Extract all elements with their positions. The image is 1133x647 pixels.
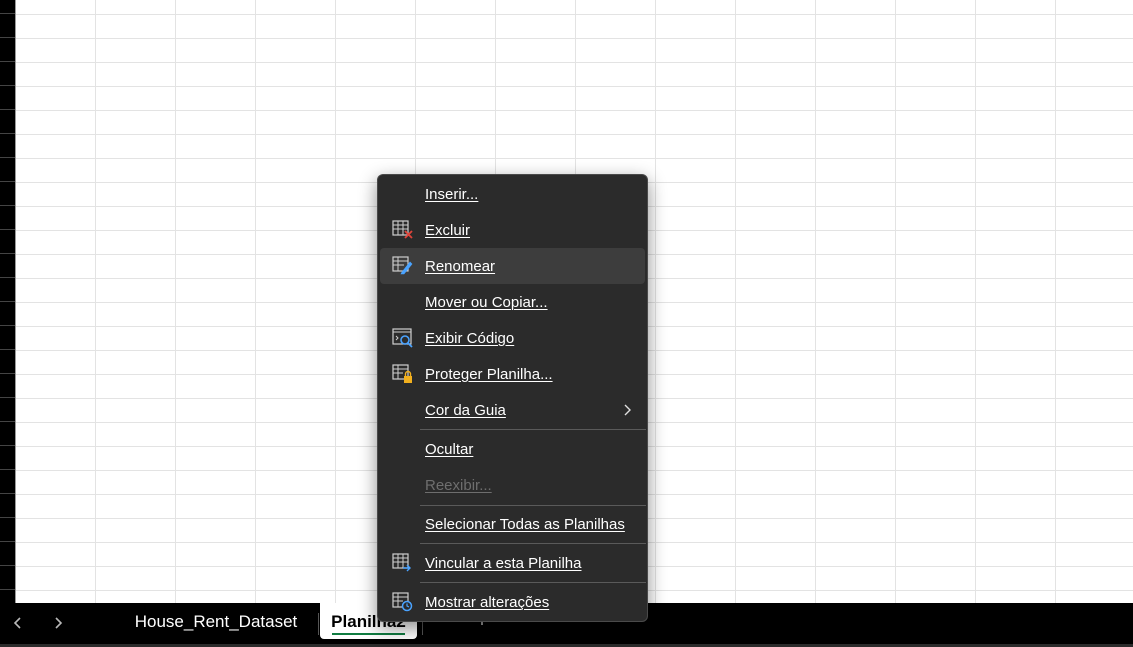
row-header[interactable]: 4 [0, 494, 15, 518]
menu-item-selecionar-todas[interactable]: Selecionar Todas as Planilhas [380, 506, 645, 542]
row-header[interactable]: 7 [0, 86, 15, 110]
rename-sheet-icon [392, 256, 414, 276]
menu-item-label: Vincular a esta Planilha [425, 554, 582, 572]
menu-separator [420, 429, 646, 430]
menu-item-reexibir: Reexibir... [380, 467, 645, 503]
row-header[interactable]: 8 [0, 590, 15, 603]
menu-item-label: Exibir Código [425, 329, 515, 347]
sheet-tab-house-rent-dataset[interactable]: House_Rent_Dataset [120, 603, 312, 639]
menu-item-label: Renomear [425, 257, 496, 275]
tab-separator [318, 613, 319, 635]
row-header[interactable]: 0 [0, 398, 15, 422]
row-header[interactable]: 1 [0, 182, 15, 206]
view-code-icon [392, 328, 414, 348]
row-header[interactable]: 2 [0, 206, 15, 230]
row-header[interactable]: 3 [0, 0, 15, 14]
protect-sheet-icon [392, 364, 414, 384]
menu-item-label: Selecionar Todas as Planilhas [425, 515, 625, 533]
row-header[interactable]: 3 [0, 470, 15, 494]
row-header[interactable]: 5 [0, 38, 15, 62]
row-header[interactable]: 0 [0, 158, 15, 182]
row-header[interactable]: 5 [0, 518, 15, 542]
menu-item-label: Excluir [425, 221, 471, 239]
row-headers[interactable]: 3 4 5 6 7 8 9 0 1 2 3 4 5 6 7 8 9 0 1 2 … [0, 0, 16, 603]
menu-item-proteger-planilha[interactable]: Proteger Planilha... [380, 356, 645, 392]
link-sheet-icon [392, 553, 414, 573]
menu-item-cor-da-guia[interactable]: Cor da Guia [380, 392, 645, 428]
row-header[interactable]: 5 [0, 278, 15, 302]
menu-item-label: Proteger Planilha... [425, 365, 553, 383]
chevron-right-icon [621, 400, 635, 420]
sheet-tab-context-menu: Inserir... Excluir Renomear Mover ou Cop… [377, 174, 648, 622]
menu-item-exibir-codigo[interactable]: Exibir Código [380, 320, 645, 356]
menu-item-renomear[interactable]: Renomear [380, 248, 645, 284]
row-header[interactable]: 1 [0, 422, 15, 446]
row-header[interactable]: 2 [0, 446, 15, 470]
menu-item-mover-ou-copiar[interactable]: Mover ou Copiar... [380, 284, 645, 320]
row-header[interactable]: 9 [0, 134, 15, 158]
row-header[interactable]: 6 [0, 302, 15, 326]
menu-item-inserir[interactable]: Inserir... [380, 176, 645, 212]
menu-separator [420, 582, 646, 583]
row-header[interactable]: 7 [0, 566, 15, 590]
menu-item-label: Ocultar [425, 440, 474, 458]
row-header[interactable]: 6 [0, 62, 15, 86]
menu-separator [420, 543, 646, 544]
delete-sheet-icon [392, 220, 414, 240]
chevron-right-icon[interactable] [46, 611, 70, 635]
menu-item-label: Reexibir... [425, 476, 492, 494]
row-header[interactable]: 8 [0, 350, 15, 374]
row-header[interactable]: 8 [0, 110, 15, 134]
row-header[interactable]: 9 [0, 374, 15, 398]
menu-item-label: Cor da Guia [425, 401, 506, 419]
menu-item-mostrar-alteracoes[interactable]: Mostrar alterações [380, 584, 645, 620]
menu-item-label: Mostrar alterações [425, 593, 550, 611]
row-header[interactable]: 4 [0, 14, 15, 38]
menu-item-ocultar[interactable]: Ocultar [380, 431, 645, 467]
menu-item-vincular[interactable]: Vincular a esta Planilha [380, 545, 645, 581]
menu-item-label: Inserir... [425, 185, 479, 203]
menu-item-label: Mover ou Copiar... [425, 293, 548, 311]
row-header[interactable]: 3 [0, 230, 15, 254]
menu-item-excluir[interactable]: Excluir [380, 212, 645, 248]
row-header[interactable]: 4 [0, 254, 15, 278]
row-header[interactable]: 7 [0, 326, 15, 350]
row-header[interactable]: 6 [0, 542, 15, 566]
chevron-left-icon[interactable] [6, 611, 30, 635]
show-changes-icon [392, 592, 414, 612]
